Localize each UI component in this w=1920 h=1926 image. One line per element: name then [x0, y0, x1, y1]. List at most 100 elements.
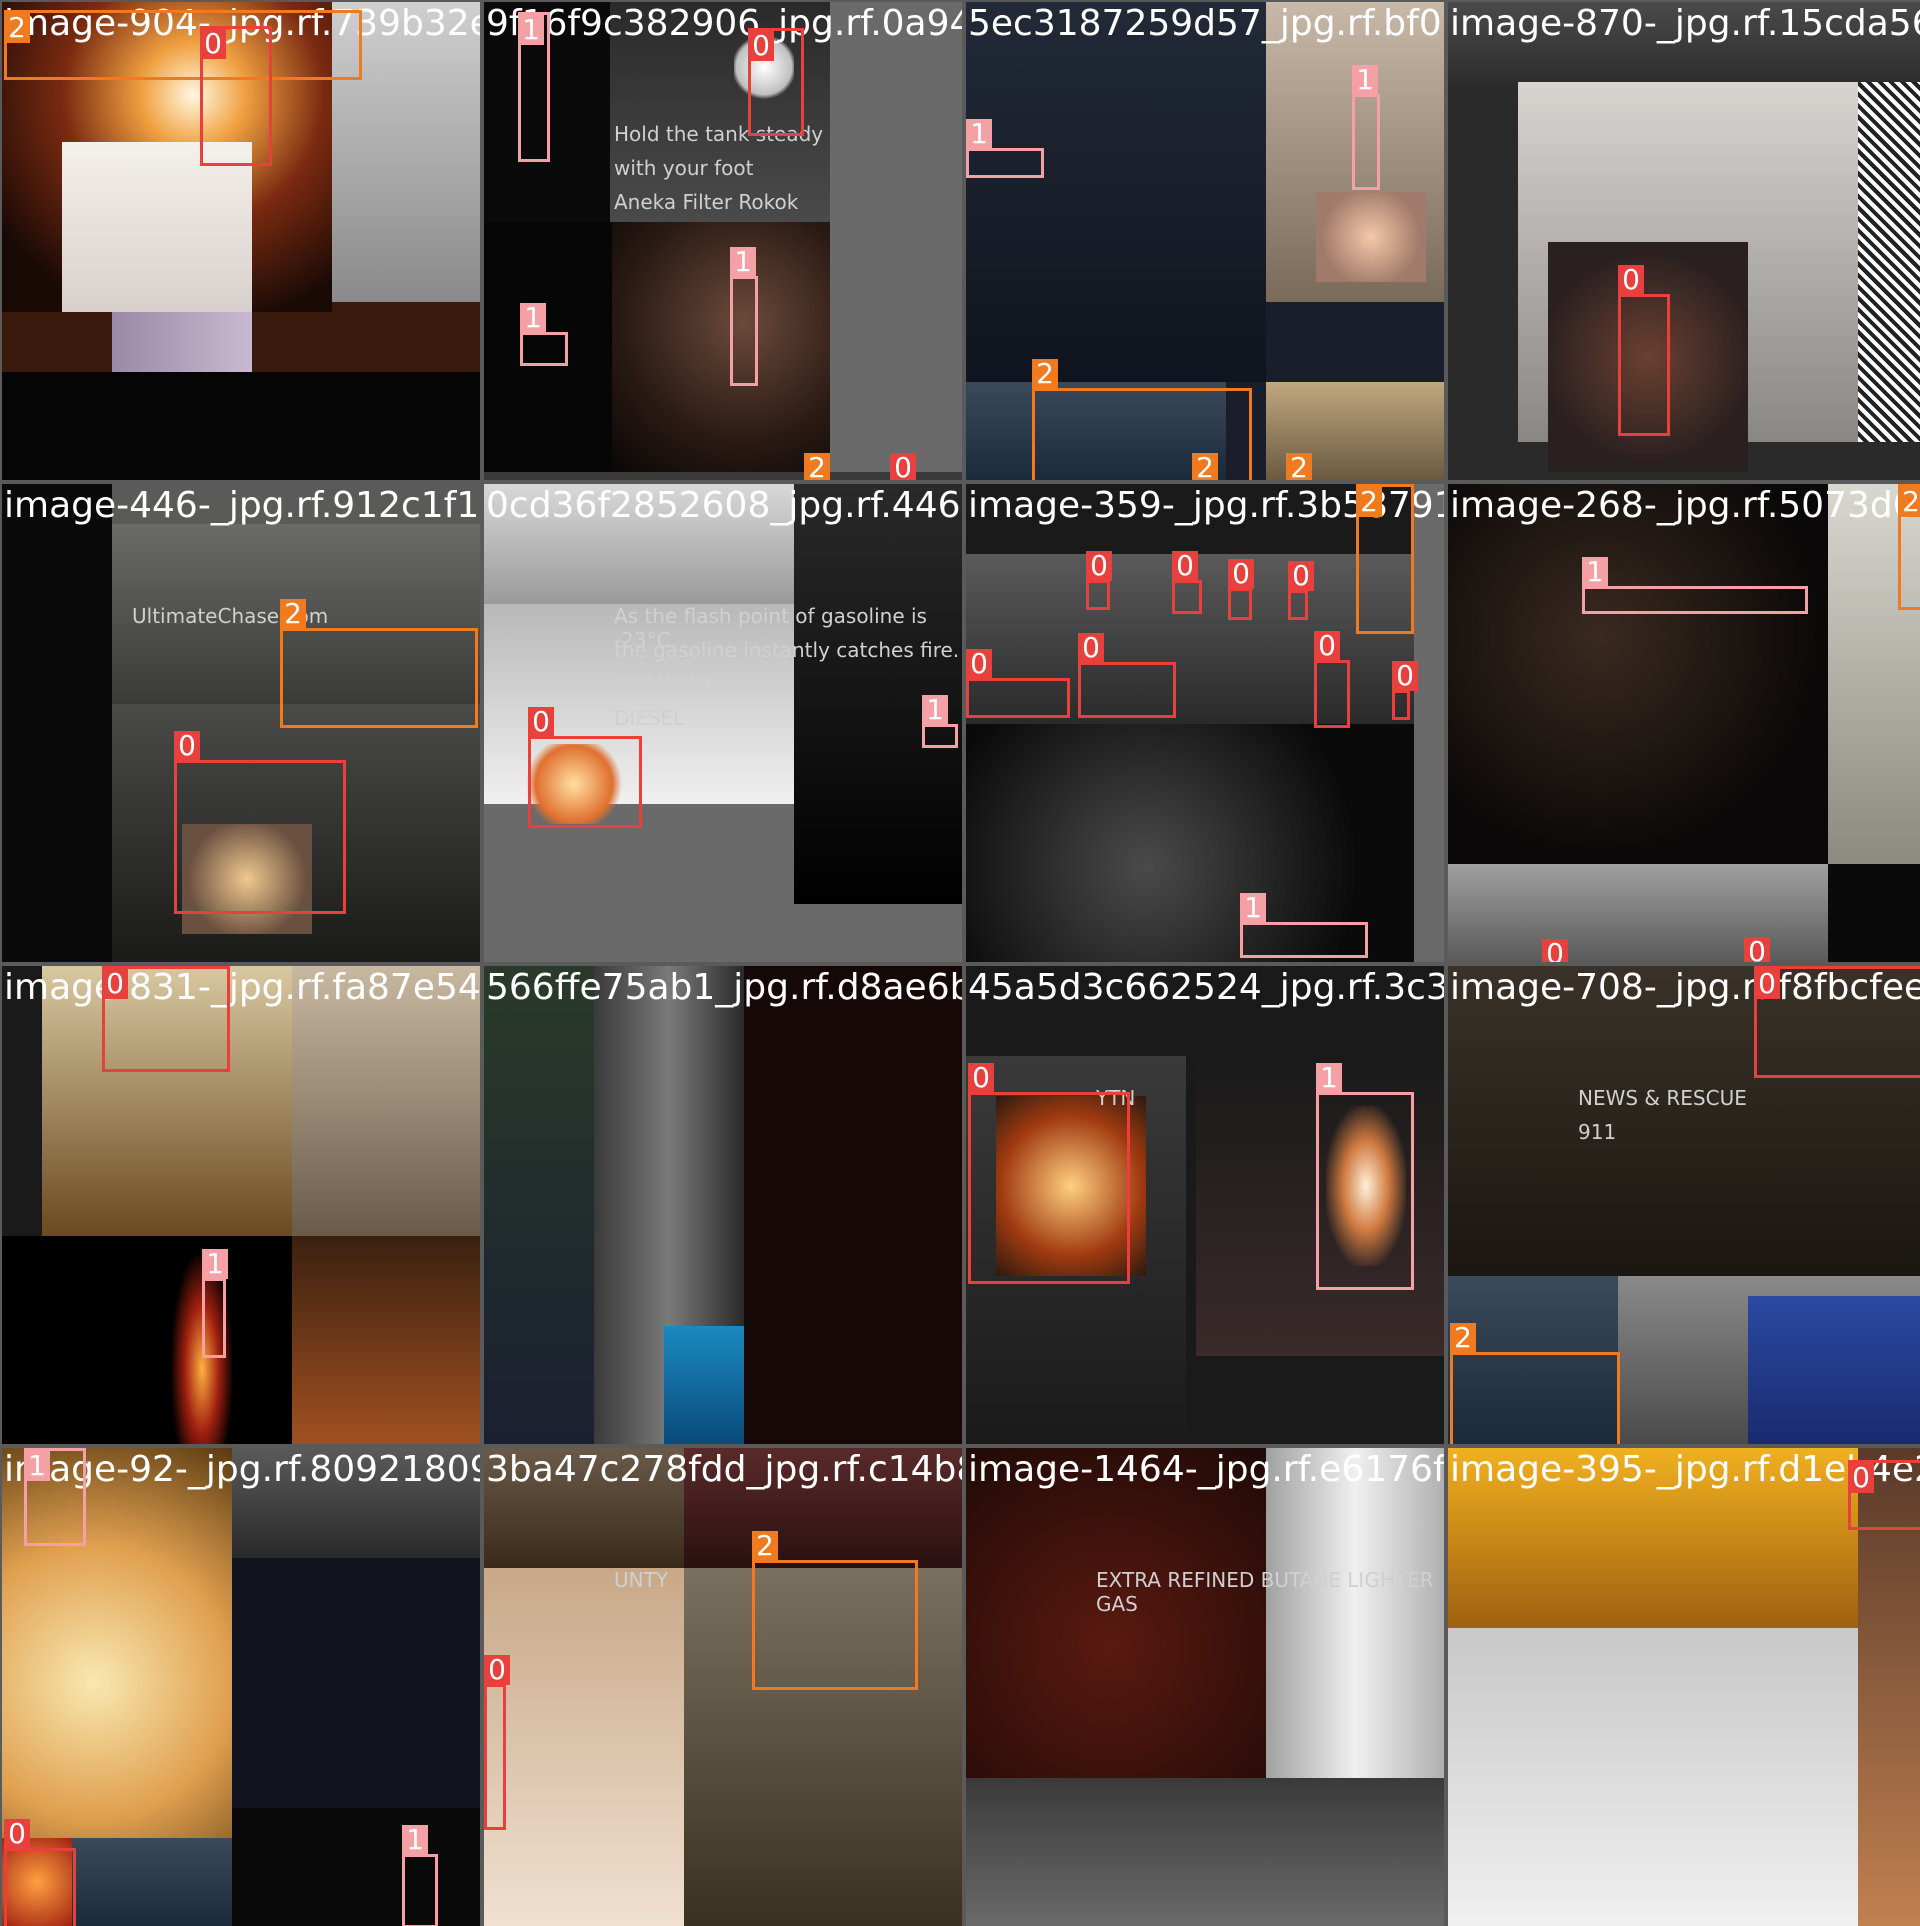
bounding-box: 0 [1848, 1460, 1920, 1530]
bounding-box: 0 [484, 1655, 510, 1830]
class-label: 0 [102, 969, 128, 999]
bounding-box: 1 [520, 303, 568, 366]
image-filename: 45a5d3c662524_jpg.rf.3c3447e4 [968, 967, 1444, 1008]
mosaic-tile: EXTRA REFINED BUTANE LIGHTER GAS image-14… [966, 1448, 1444, 1926]
photo-fragment [232, 1558, 480, 1808]
class-label: 0 [748, 31, 774, 61]
bounding-box: 0 [966, 649, 1070, 718]
mosaic-tile: NEWS & RESCUE 911 image-708-_jpg.rf.f8fbcf… [1448, 966, 1920, 1444]
photo-fragment [232, 1448, 480, 1558]
class-label: 0 [1228, 559, 1254, 589]
photo-fragment [1414, 484, 1444, 962]
class-label: 2 [752, 1531, 778, 1561]
bounding-box: 2 [280, 599, 478, 728]
bounding-box: 0 [1288, 561, 1314, 620]
class-label: 0 [1744, 937, 1770, 962]
photo-fragment [292, 1236, 480, 1444]
photo-fragment [2, 484, 112, 962]
bounding-box: 1 [24, 1448, 86, 1546]
bounding-box: 0 [1172, 551, 1202, 614]
photo-fragment [1448, 1628, 1858, 1926]
photo-caption: the gasoline instantly catches fire. [614, 638, 960, 662]
bounding-box: 0 [1618, 265, 1670, 436]
class-label: 0 [1314, 631, 1340, 661]
class-label: 2 [1192, 453, 1218, 480]
mosaic-tile: image-831-_jpg.rf.fa87e54fe 0 1 [2, 966, 480, 1444]
mosaic-tile: UNTY3ba47c278fdd_jpg.rf.c14b869d20 [484, 1448, 962, 1926]
bounding-box: 1 [1352, 65, 1380, 190]
mosaic-tile: image-92-_jpg.rf.80921809ff 1 0 1 [2, 1448, 480, 1926]
photo-caption: GASOLINE [614, 672, 717, 696]
photo-caption: Aneka Filter Rokok [614, 190, 799, 214]
photo-fragment [966, 1778, 1444, 1926]
photo-fragment [1448, 484, 1828, 864]
photo-fragment [1748, 1296, 1920, 1444]
photo-fragment [292, 966, 480, 1236]
bounding-box: 0 [1314, 631, 1350, 728]
class-label: 2 [1356, 487, 1382, 517]
mosaic-tile: 566ffe75ab1_jpg.rf.d8ae6bf4f [484, 966, 962, 1444]
photo-fragment [62, 142, 252, 312]
photo-fragment [484, 966, 594, 1444]
mosaic-tile: image-268-_jpg.rf.5073d0412000 [1448, 484, 1920, 962]
bounding-box: 2 [1356, 484, 1414, 634]
bounding-box: 1 [202, 1249, 228, 1358]
bounding-box: 2 [1450, 1323, 1620, 1444]
bounding-box: 0 [968, 1063, 1130, 1284]
photo-caption: NEWS & RESCUE [1578, 1086, 1747, 1110]
photo-fragment [72, 1838, 232, 1926]
bounding-box: 1 [730, 247, 758, 386]
bounding-box: 1 [1582, 557, 1808, 614]
bounding-box: 0 [748, 28, 804, 136]
photo-fragment [744, 966, 962, 1444]
class-label: 1 [966, 119, 992, 149]
class-label: 0 [1078, 633, 1104, 663]
photo-fragment [612, 222, 830, 472]
class-label: 0 [528, 707, 554, 737]
mosaic-tile: YTN45a5d3c662524_jpg.rf.3c3447e401 [966, 966, 1444, 1444]
bounding-box: 2 [1898, 484, 1920, 610]
class-label: 1 [730, 247, 756, 277]
class-label: 1 [402, 1825, 428, 1855]
class-label: 1 [1240, 893, 1266, 923]
class-label: 0 [1542, 939, 1568, 962]
photo-fragment [2, 1236, 292, 1444]
bounding-box: 1 [1240, 893, 1368, 958]
bounding-box: 2 [752, 1531, 918, 1690]
photo-caption: 911 [1578, 1120, 1617, 1144]
photo-fragment [484, 904, 962, 962]
bounding-box: 0 [200, 26, 272, 166]
photo-fragment [2, 372, 480, 480]
class-label: 1 [922, 695, 948, 725]
class-label: 2 [280, 599, 306, 629]
bounding-box: 2 [1032, 359, 1252, 480]
photo-fragment [1316, 192, 1426, 282]
class-label: 0 [1086, 551, 1112, 581]
photo-fragment [1448, 1448, 1858, 1628]
photo-fragment [1448, 2, 1920, 92]
bounding-box: 1 [966, 119, 1044, 178]
photo-fragment [664, 1326, 744, 1444]
class-label: 2 [4, 13, 30, 43]
photo-fragment [484, 1568, 684, 1926]
bounding-box: 0 [1392, 661, 1418, 720]
bounding-box: 0 [174, 731, 346, 914]
mosaic-tile: image-395-_jpg.rf.d1eb4e2 0 [1448, 1448, 1920, 1926]
class-label: 0 [966, 649, 992, 679]
mosaic-tile: Hold the tank steady with your foot Aneka … [484, 2, 962, 480]
class-label: 0 [890, 453, 916, 480]
bounding-box: 2 [4, 10, 362, 80]
photo-fragment [112, 312, 252, 372]
bounding-box: 1 [402, 1825, 438, 1926]
photo-fragment [484, 484, 794, 604]
bounding-box: 1 [922, 695, 958, 748]
class-label: 0 [1848, 1463, 1874, 1493]
bounding-box: 0 [1086, 551, 1112, 610]
bounding-box: 0 [1228, 559, 1254, 620]
class-label: 1 [1582, 557, 1608, 587]
class-label: 2 [1898, 487, 1920, 517]
class-label: 2 [1286, 453, 1312, 480]
class-label: 0 [174, 731, 200, 761]
photo-caption: with your foot [614, 156, 754, 180]
mosaic-tile: image-870-_jpg.rf.15cda568 0 [1448, 2, 1920, 480]
